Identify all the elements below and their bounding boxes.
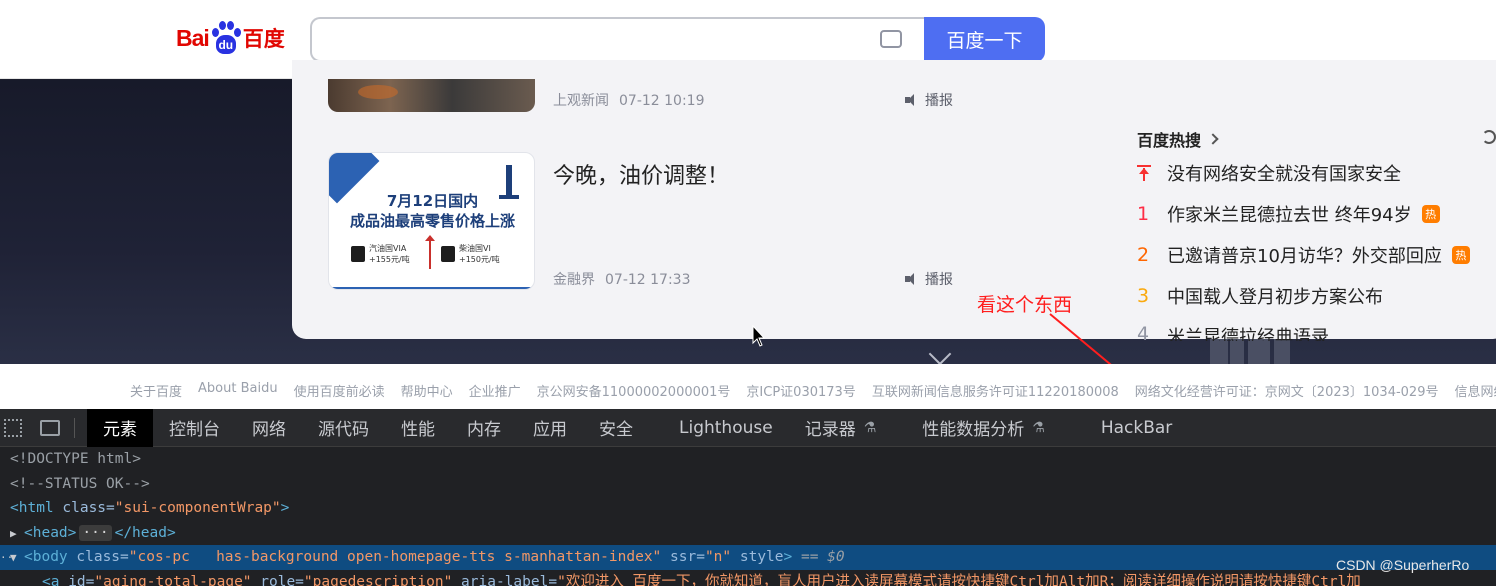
speaker-icon bbox=[905, 273, 919, 285]
tab-recorder[interactable]: 记录器 ⚗ bbox=[789, 409, 893, 447]
tab-performance[interactable]: 性能 bbox=[385, 409, 451, 447]
camera-icon[interactable] bbox=[880, 30, 902, 48]
hot-item[interactable]: 3 中国载人登月初步方案公布 bbox=[1137, 283, 1383, 309]
news-time: 07-12 10:19 bbox=[619, 93, 705, 109]
news-thumbnail[interactable] bbox=[328, 79, 535, 112]
footer-link[interactable]: 企业推广 bbox=[469, 381, 521, 400]
listen-button[interactable]: 播报 bbox=[905, 90, 953, 110]
dom-node[interactable]: ▶ <head> ··· </head> bbox=[0, 521, 1496, 546]
search-input[interactable] bbox=[310, 17, 926, 62]
paw-icon: du bbox=[210, 20, 242, 56]
hot-item-rank: 2 bbox=[1137, 244, 1150, 266]
hot-item[interactable]: 2 已邀请普京10月访华？外交部回应 热 bbox=[1137, 242, 1470, 268]
tab-elements[interactable]: 元素 bbox=[87, 408, 153, 447]
dom-node[interactable]: <html class="sui-componentWrap"> bbox=[0, 496, 1496, 521]
elements-tree: <!DOCTYPE html> <!--STATUS OK--> <html c… bbox=[0, 447, 1496, 586]
listen-label: 播报 bbox=[925, 93, 953, 109]
tab-lighthouse[interactable]: Lighthouse bbox=[649, 409, 789, 447]
pin-top-icon bbox=[1137, 165, 1151, 181]
hot-item-text: 米兰昆德拉经典语录 bbox=[1167, 327, 1329, 341]
footer-link[interactable]: 京ICP证030173号 bbox=[746, 381, 855, 400]
thumbnail-subtitle: 成品油最高零售价格上涨 bbox=[349, 212, 515, 230]
news-time: 07-12 17:33 bbox=[605, 272, 691, 288]
hot-item-text: 中国载人登月初步方案公布 bbox=[1167, 287, 1383, 308]
footer-link[interactable]: 网络文化经营许可证：京网文〔2023〕1034-029号 bbox=[1135, 381, 1439, 400]
listen-button[interactable]: 播报 bbox=[905, 269, 953, 289]
tab-application[interactable]: 应用 bbox=[517, 409, 583, 447]
footer-link[interactable]: 信息网络 bbox=[1454, 381, 1496, 400]
hot-item-text: 没有网络安全就没有国家安全 bbox=[1167, 164, 1401, 185]
dom-node[interactable]: <!--STATUS OK--> bbox=[0, 472, 1496, 497]
flask-icon: ⚗ bbox=[1032, 419, 1045, 436]
watermark-text: CSDN @SuperherRo bbox=[1336, 557, 1470, 573]
footer-link[interactable]: 关于百度 bbox=[130, 381, 182, 400]
speaker-icon bbox=[905, 94, 919, 106]
footer-link[interactable]: About Baidu bbox=[198, 381, 278, 400]
devtools-panel: 元素 控制台 网络 源代码 性能 内存 应用 安全 Lighthouse 记录器… bbox=[0, 408, 1496, 586]
hot-badge: 热 bbox=[1451, 246, 1470, 264]
footer-link[interactable]: 帮助中心 bbox=[401, 381, 453, 400]
hot-item[interactable]: 1 作家米兰昆德拉去世 终年94岁 热 bbox=[1137, 201, 1440, 227]
hot-item-text: 作家米兰昆德拉去世 终年94岁 bbox=[1167, 205, 1412, 226]
news-thumbnail[interactable]: 7月12日国内 成品油最高零售价格上涨 汽油国VIA +155元/吨 柴油国VI… bbox=[328, 152, 535, 290]
dom-node[interactable]: <!DOCTYPE html> bbox=[0, 447, 1496, 472]
listen-label: 播报 bbox=[925, 272, 953, 288]
logo-text-left: Bai bbox=[176, 24, 210, 51]
news-meta: 金融界 07-12 17:33 bbox=[553, 269, 690, 289]
arrow-up-icon bbox=[425, 235, 435, 269]
device-toolbar-icon[interactable] bbox=[40, 419, 60, 436]
chevron-right-icon bbox=[1207, 133, 1219, 145]
page-footer: 关于百度 About Baidu 使用百度前必读 帮助中心 企业推广 京公网安备… bbox=[0, 364, 1496, 409]
hot-item-rank: 3 bbox=[1137, 285, 1150, 307]
tab-security[interactable]: 安全 bbox=[583, 409, 649, 447]
tab-sources[interactable]: 源代码 bbox=[302, 409, 385, 447]
search-button[interactable]: 百度一下 bbox=[924, 17, 1045, 62]
footer-link[interactable]: 使用百度前必读 bbox=[294, 381, 385, 400]
tab-memory[interactable]: 内存 bbox=[451, 409, 517, 447]
hot-badge: 热 bbox=[1421, 205, 1440, 223]
dom-node-selected[interactable]: ··▼ <body class="cos-pc has-background op… bbox=[0, 545, 1496, 570]
hot-item-rank: 1 bbox=[1137, 203, 1150, 225]
flask-icon: ⚗ bbox=[863, 419, 877, 436]
mouse-cursor-icon bbox=[752, 325, 766, 347]
footer-link[interactable]: 京公网安备11000002000001号 bbox=[537, 381, 731, 400]
footer-link[interactable]: 互联网新闻信息服务许可证11220180008 bbox=[872, 381, 1119, 400]
tab-console[interactable]: 控制台 bbox=[153, 409, 236, 447]
news-source[interactable]: 金融界 bbox=[553, 272, 595, 288]
hot-item-text: 已邀请普京10月访华？外交部回应 bbox=[1167, 246, 1442, 267]
baidu-logo[interactable]: Bai du 百度 bbox=[176, 18, 294, 58]
collapse-triangle-icon[interactable]: ▼ bbox=[10, 546, 24, 570]
fuel-diesel: 柴油国VI +150元/吨 bbox=[441, 243, 500, 265]
fuel-pump-icon bbox=[441, 246, 455, 262]
inspect-element-icon[interactable] bbox=[4, 418, 22, 437]
devtools-tab-bar: 元素 控制台 网络 源代码 性能 内存 应用 安全 Lighthouse 记录器… bbox=[0, 408, 1496, 447]
refresh-icon[interactable] bbox=[1482, 130, 1496, 144]
hot-search-title[interactable]: 百度热搜 bbox=[1137, 127, 1219, 151]
fuel-gasoline: 汽油国VIA +155元/吨 bbox=[351, 243, 410, 265]
logo-text-right: 百度 bbox=[242, 28, 285, 51]
tab-performance-insights[interactable]: 性能数据分析 ⚗ bbox=[892, 409, 1061, 447]
dom-node[interactable]: <a id="aging-total-page" role="pagedescr… bbox=[0, 570, 1496, 586]
thumbnail-title: 7月12日国内 bbox=[386, 192, 479, 210]
hot-item[interactable]: 没有网络安全就没有国家安全 bbox=[1137, 160, 1401, 186]
footer-links: 关于百度 About Baidu 使用百度前必读 帮助中心 企业推广 京公网安备… bbox=[130, 381, 1496, 400]
news-meta: 上观新闻 07-12 10:19 bbox=[553, 90, 704, 110]
tab-network[interactable]: 网络 bbox=[236, 409, 302, 447]
tab-hackbar[interactable]: HackBar bbox=[1061, 409, 1188, 447]
news-headline[interactable]: 今晚，油价调整！ bbox=[553, 158, 729, 190]
fuel-pump-icon bbox=[351, 246, 365, 262]
expand-triangle-icon[interactable]: ▶ bbox=[10, 522, 24, 546]
news-source[interactable]: 上观新闻 bbox=[553, 93, 609, 109]
